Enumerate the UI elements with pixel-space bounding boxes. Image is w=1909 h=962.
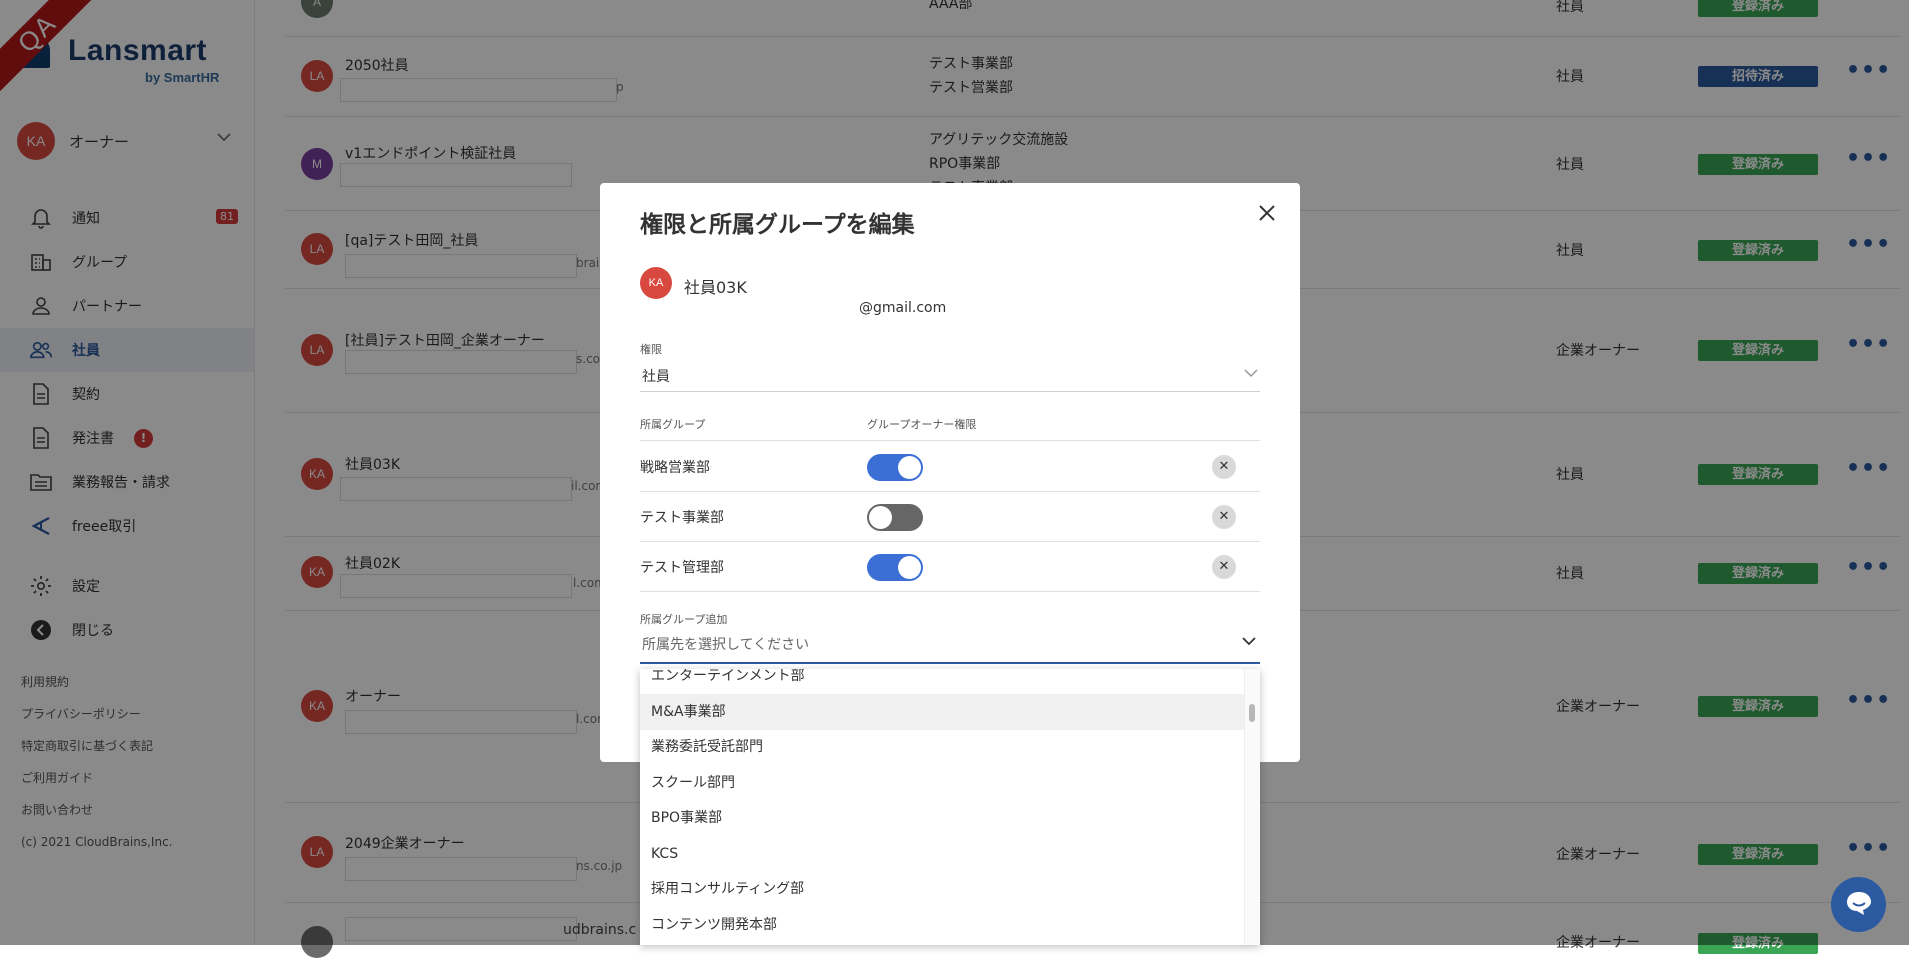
remove-group-button[interactable]: ✕	[1212, 555, 1236, 579]
group-name: テスト事業部	[640, 510, 724, 526]
group-row: テスト事業部 ✕	[640, 491, 1260, 542]
permission-value: 社員	[642, 369, 670, 385]
owner-column-label: グループオーナー権限	[867, 418, 977, 431]
chevron-down-icon	[1242, 634, 1256, 650]
toggle-knob	[898, 556, 921, 579]
user-name: 社員03K	[684, 278, 747, 297]
dropdown-scrollbar[interactable]	[1244, 669, 1260, 945]
group-name: 戦略営業部	[640, 460, 710, 476]
group-row: 戦略営業部 ✕	[640, 441, 1260, 492]
close-icon[interactable]	[1257, 201, 1277, 229]
group-owner-toggle[interactable]	[867, 454, 923, 481]
permission-select[interactable]: 社員	[640, 358, 1260, 392]
group-owner-toggle[interactable]	[867, 554, 923, 581]
group-owner-toggle[interactable]	[867, 504, 923, 531]
permission-label: 権限	[640, 343, 662, 356]
toggle-knob	[898, 456, 921, 479]
dropdown-option[interactable]: M&A事業部	[640, 694, 1256, 730]
dropdown-option[interactable]: 業務委託受託部門	[640, 729, 1256, 765]
chat-support-button[interactable]	[1831, 877, 1886, 932]
group-name: テスト管理部	[640, 560, 724, 576]
remove-group-button[interactable]: ✕	[1212, 455, 1236, 479]
dropdown-option[interactable]: スクール部門	[640, 765, 1256, 801]
remove-group-button[interactable]: ✕	[1212, 505, 1236, 529]
chevron-down-icon	[1244, 366, 1258, 382]
dropdown-option[interactable]: BPO事業部	[640, 800, 1256, 836]
toggle-knob	[869, 506, 892, 529]
modal-title: 権限と所属グループを編集	[640, 212, 915, 238]
group-dropdown-list: エンターテインメント部 M&A事業部 業務委託受託部門 スクール部門 BPO事業…	[640, 669, 1260, 945]
dropdown-option[interactable]: 採用コンサルティング部	[640, 871, 1256, 907]
dropdown-option[interactable]: エンターテインメント部	[640, 669, 1256, 694]
add-group-select[interactable]: 所属先を選択してください	[640, 624, 1260, 664]
chat-bubble-icon	[1844, 889, 1874, 921]
group-row: テスト管理部 ✕	[640, 541, 1260, 592]
scrollbar-thumb[interactable]	[1249, 704, 1255, 722]
group-column-label: 所属グループ	[640, 418, 706, 431]
user-email: @gmail.com	[859, 300, 947, 316]
dropdown-option[interactable]: コンテンツ開発本部	[640, 907, 1256, 943]
dropdown-option[interactable]: KCS	[640, 836, 1256, 872]
avatar: KA	[640, 267, 672, 299]
add-group-placeholder: 所属先を選択してください	[642, 637, 810, 653]
